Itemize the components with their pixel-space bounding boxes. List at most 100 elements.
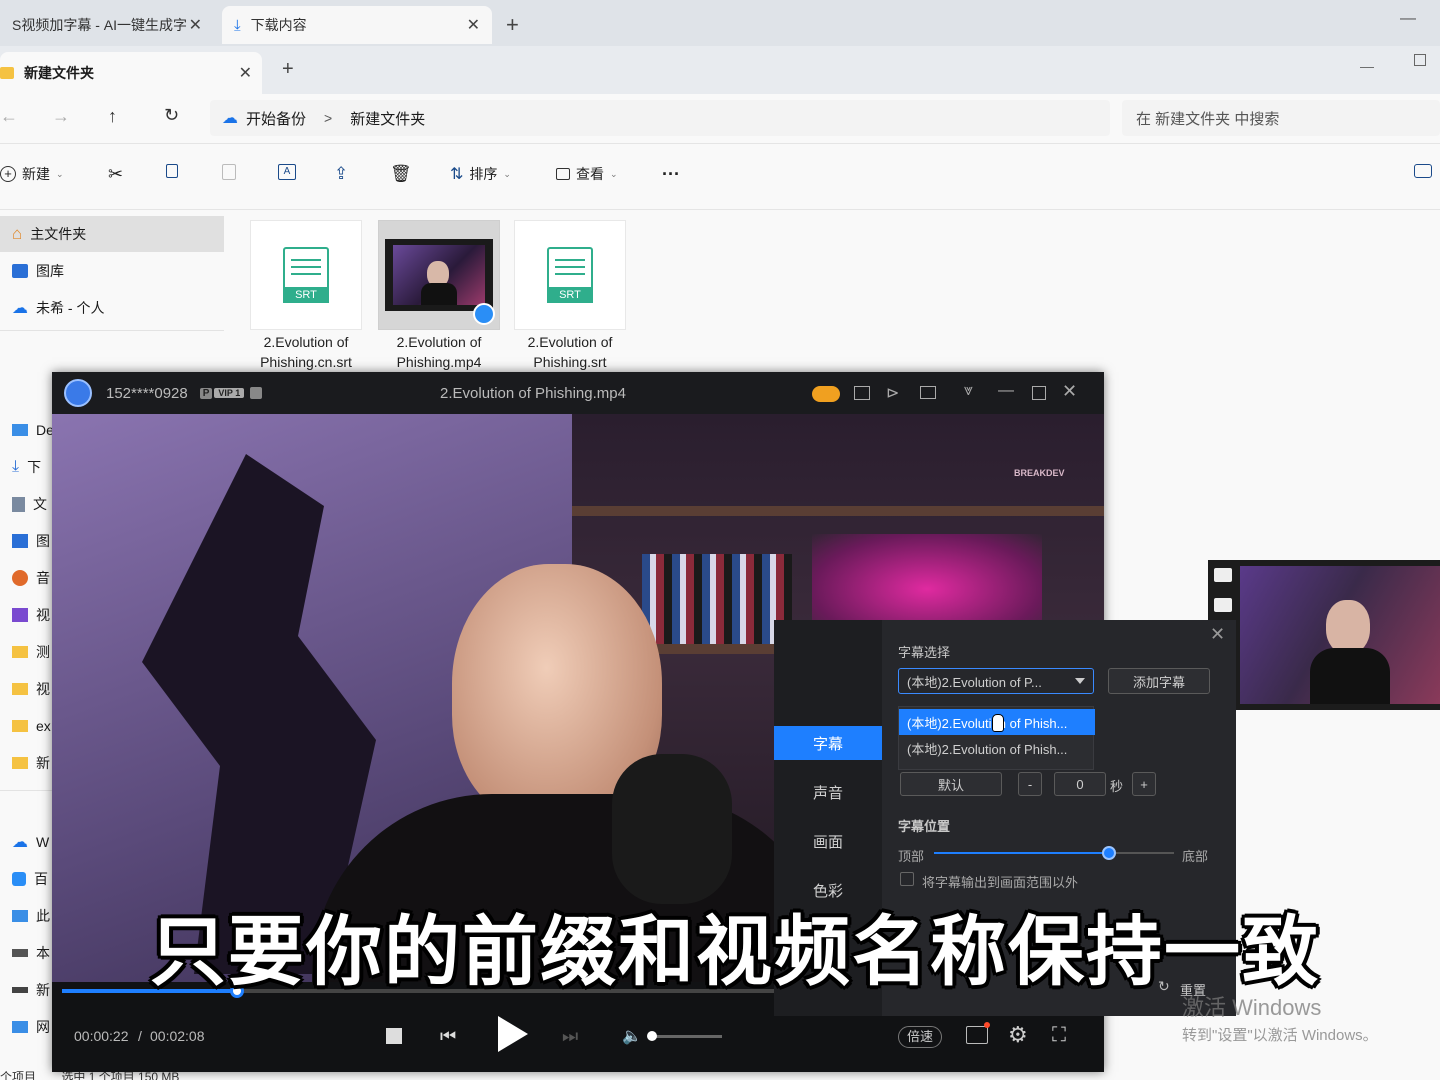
copy-icon[interactable]	[166, 164, 178, 178]
breadcrumb-backup[interactable]: 开始备份	[246, 108, 306, 129]
offset-input[interactable]: 0	[1054, 772, 1106, 796]
menu-picture[interactable]: 画面	[774, 824, 882, 858]
forward-icon[interactable]: →	[52, 106, 70, 127]
subtitle-toggle-icon[interactable]	[854, 386, 870, 400]
brand-logo: BREAKDEV	[1014, 468, 1065, 478]
sidebar-item-gallery[interactable]: 图库	[0, 253, 224, 289]
new-tab-button[interactable]: +	[506, 12, 519, 38]
menu-subtitle[interactable]: 字幕	[774, 726, 882, 760]
share-icon[interactable]: ⇪	[334, 164, 348, 184]
minimize-icon[interactable]: —	[998, 382, 1014, 400]
breadcrumb-folder[interactable]: 新建文件夹	[350, 108, 425, 129]
play-icon[interactable]	[498, 1016, 528, 1052]
subtitle-option[interactable]: (本地)2.Evolution of Phish...	[899, 735, 1095, 761]
browser-tab-subtitles[interactable]: S视频加字幕 - AI一键生成字 ✕	[0, 6, 214, 44]
sidebar-item-onedrive[interactable]: ☁ 未希 - 个人	[0, 290, 224, 326]
rename-icon[interactable]: A	[278, 164, 296, 180]
default-button[interactable]: 默认	[900, 772, 1002, 796]
details-pane-icon[interactable]	[1414, 164, 1432, 178]
output-outside-checkbox[interactable]	[900, 872, 914, 886]
file-card-cn-srt[interactable]: SRT	[250, 220, 362, 330]
sidebar-item-label: 文	[33, 496, 47, 512]
pin-icon[interactable]: ⊳	[886, 383, 899, 403]
explorer-tab-label: 新建文件夹	[24, 65, 94, 81]
chevron-down-icon: ⌄	[56, 168, 64, 179]
file-name: 2.Evolution of Phishing.cn.srt	[260, 334, 352, 370]
add-subtitle-button[interactable]: 添加字幕	[1108, 668, 1210, 694]
folder-icon	[12, 757, 28, 769]
thumbnail-image	[1240, 566, 1440, 704]
output-outside-label: 将字幕输出到画面范围以外	[922, 875, 1079, 890]
sidebar-item-home[interactable]: ⌂ 主文件夹	[0, 216, 224, 252]
watermark-title: 激活 Windows	[1182, 995, 1322, 1020]
sidebar-item-label: 网	[36, 1019, 50, 1035]
offset-minus-button[interactable]: -	[1018, 772, 1042, 796]
settings-icon[interactable]: ⚙	[1008, 1022, 1028, 1048]
file-card-srt[interactable]: SRT	[514, 220, 626, 330]
srt-file-icon: SRT	[547, 247, 593, 303]
sidebar-item-label: 新	[36, 982, 50, 998]
menu-icon[interactable]: ⩔	[964, 382, 973, 400]
plus-circle-icon: +	[0, 166, 16, 182]
refresh-icon[interactable]: ↻	[164, 105, 179, 126]
gamepad-icon[interactable]	[812, 386, 840, 402]
time-current: 00:00:22	[74, 1028, 129, 1044]
download-icon: ⤓	[234, 16, 241, 34]
close-icon[interactable]: ✕	[1210, 624, 1225, 645]
volume-knob[interactable]	[646, 1031, 657, 1041]
position-top-label: 顶部	[898, 849, 925, 864]
delete-icon[interactable]: 🗑	[390, 164, 412, 184]
fullscreen-icon[interactable]: ⛶	[1052, 1024, 1066, 1047]
cut-icon[interactable]: ✂	[108, 164, 123, 185]
minimize-icon[interactable]: —	[1400, 10, 1416, 28]
file-card-mp4[interactable]	[378, 220, 500, 330]
up-icon[interactable]: ↑	[108, 106, 117, 127]
menu-audio[interactable]: 声音	[774, 775, 882, 809]
folder-icon[interactable]	[920, 386, 936, 399]
address-bar[interactable]: ☁ 开始备份 > 新建文件夹	[210, 100, 1110, 136]
minimize-icon[interactable]: —	[1360, 58, 1374, 74]
view-button[interactable]: 查看 ⌄	[556, 164, 618, 184]
volume-track[interactable]	[648, 1035, 722, 1038]
volume-icon[interactable]: 🔈	[622, 1026, 642, 1046]
close-icon[interactable]: ✕	[189, 15, 202, 35]
stop-icon[interactable]	[386, 1028, 402, 1044]
toolbox-icon[interactable]	[966, 1026, 988, 1044]
previous-icon[interactable]: ⏮	[440, 1026, 456, 1047]
next-icon[interactable]: ⏭	[562, 1026, 578, 1047]
explorer-tab[interactable]: 新建文件夹 ✕	[0, 52, 262, 94]
browser-tab-downloads[interactable]: ⤓ 下载内容 ✕	[222, 6, 492, 44]
drive-icon	[12, 949, 28, 957]
more-button[interactable]: ···	[662, 164, 680, 185]
browser-tab-label: S视频加字幕 - AI一键生成字	[12, 17, 188, 33]
sort-icon: ⇅	[450, 166, 464, 183]
close-icon[interactable]: ✕	[239, 63, 252, 83]
sidebar-item-label: 主文件夹	[30, 226, 87, 242]
picture-icon	[12, 534, 28, 548]
video-thumbnail	[385, 239, 493, 311]
explorer-toolbar: + 新建 ⌄ ✂ A ⇪ 🗑 ⇅ 排序 ⌄ 查看 ⌄ ···	[0, 144, 1440, 210]
search-input[interactable]: 在 新建文件夹 中搜索	[1122, 100, 1440, 136]
time-total: 00:02:08	[150, 1028, 205, 1044]
close-icon[interactable]: ✕	[1062, 381, 1077, 402]
chevron-down-icon: ⌄	[610, 168, 618, 179]
back-icon[interactable]: ←	[0, 106, 18, 127]
home-icon: ⌂	[12, 224, 23, 243]
sort-button[interactable]: ⇅ 排序 ⌄	[450, 164, 511, 184]
maximize-icon[interactable]	[1032, 386, 1046, 400]
position-slider-knob[interactable]	[1102, 846, 1117, 860]
add-tab-icon[interactable]: +	[282, 58, 294, 81]
new-button[interactable]: + 新建 ⌄	[0, 164, 64, 184]
subtitle-select[interactable]: (本地)2.Evolution of P...	[898, 668, 1094, 694]
sidebar-item-label: 下	[27, 459, 42, 475]
folder-icon	[0, 67, 14, 79]
close-icon[interactable]: ✕	[467, 15, 480, 35]
section-subtitle-select: 字幕选择	[898, 645, 951, 660]
avatar[interactable]	[64, 379, 92, 407]
maximize-icon[interactable]	[1414, 54, 1426, 66]
paste-icon[interactable]	[222, 164, 236, 180]
offset-unit: 秒	[1110, 779, 1124, 794]
user-id[interactable]: 152****0928	[106, 385, 188, 402]
speed-button[interactable]: 倍速	[898, 1026, 942, 1048]
offset-plus-button[interactable]: +	[1132, 772, 1156, 796]
